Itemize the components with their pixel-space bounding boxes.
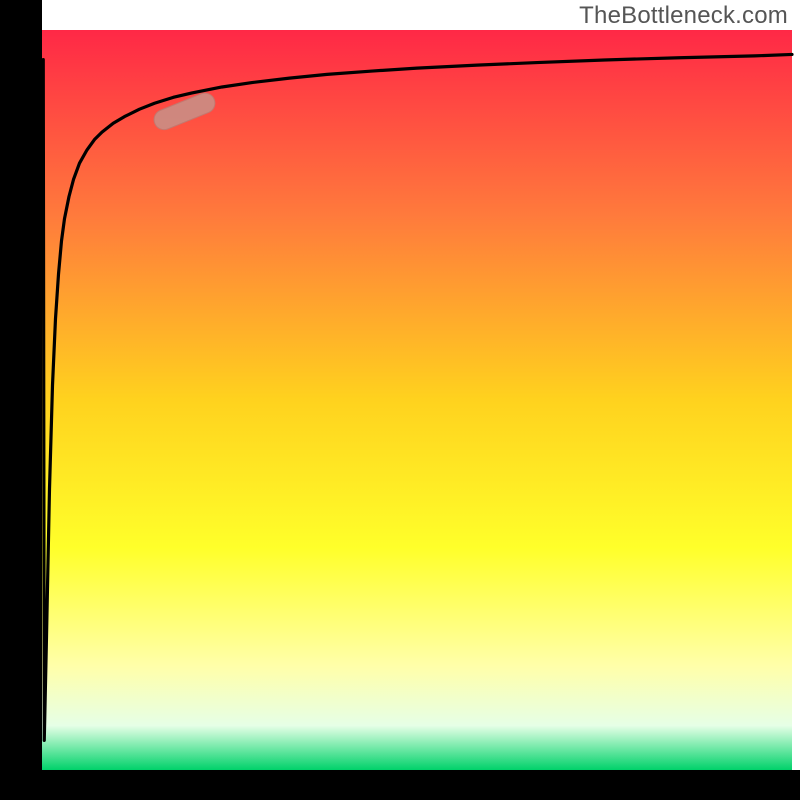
plot-background (42, 30, 792, 770)
watermark-text: TheBottleneck.com (579, 2, 788, 30)
x-axis-bar (0, 770, 800, 800)
y-axis-bar (0, 30, 42, 770)
chart-svg (0, 0, 800, 800)
axis-corner (0, 0, 42, 30)
chart-container: TheBottleneck.com (0, 0, 800, 800)
